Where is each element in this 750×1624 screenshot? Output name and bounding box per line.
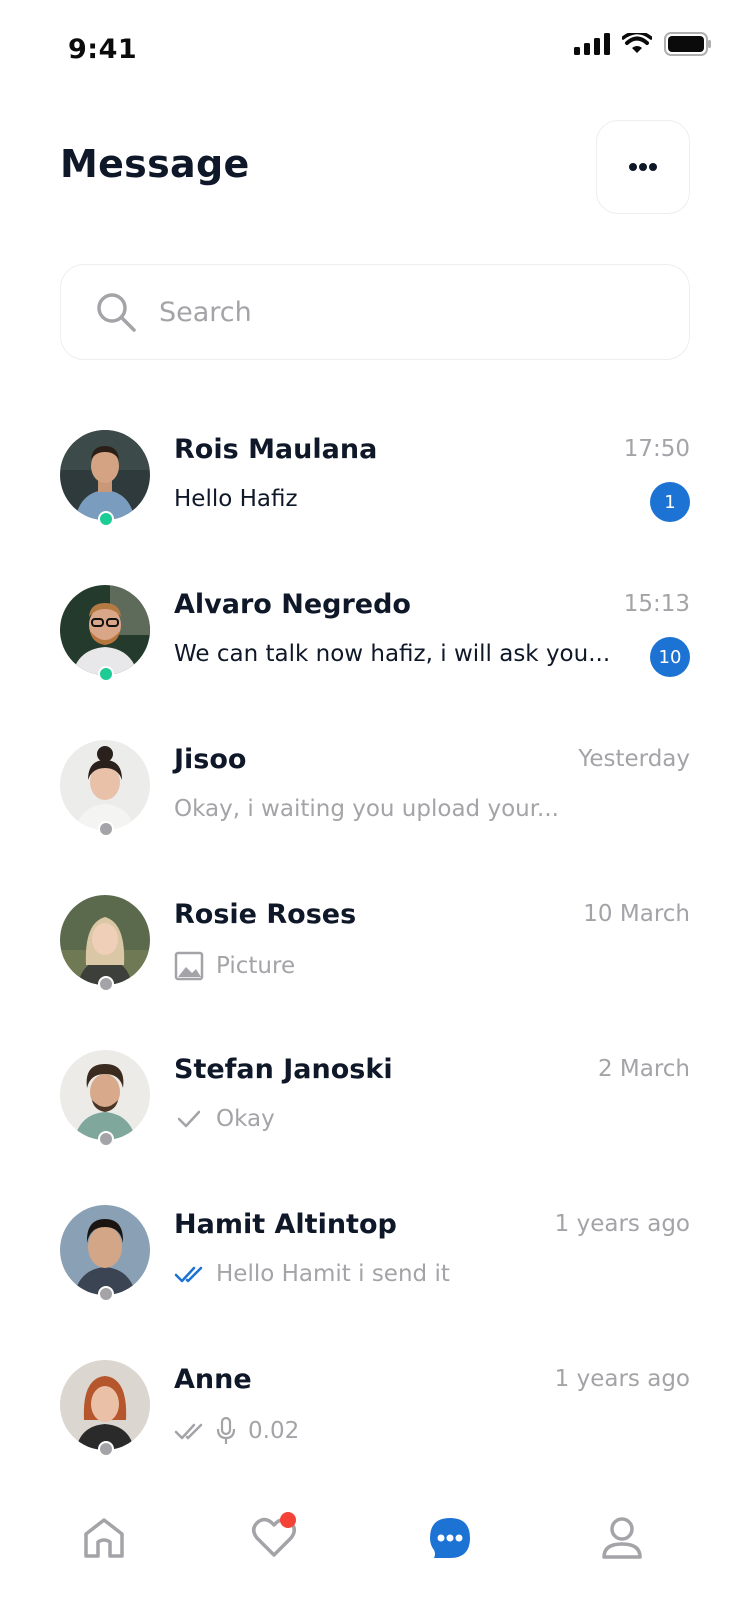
chat-name: Alvaro Negredo bbox=[174, 589, 411, 620]
avatar-photo bbox=[60, 740, 150, 830]
unread-count-badge: 1 bbox=[650, 482, 690, 522]
header: Message bbox=[60, 120, 690, 214]
chat-name: Stefan Janoski bbox=[174, 1054, 393, 1085]
page-title: Message bbox=[60, 142, 250, 186]
chat-preview-text: 0.02 bbox=[248, 1418, 300, 1444]
more-options-button[interactable] bbox=[596, 120, 690, 214]
chat-preview-text: We can talk now hafiz, i will ask you... bbox=[174, 641, 611, 667]
status-bar: 9:41 bbox=[0, 0, 750, 100]
avatar-photo bbox=[60, 895, 150, 985]
chat-item[interactable]: Stefan Janoski 2 March Okay bbox=[60, 1050, 690, 1150]
online-status-dot bbox=[98, 666, 114, 682]
tab-bar bbox=[0, 1490, 750, 1610]
avatar-photo bbox=[60, 430, 150, 520]
avatar-photo bbox=[60, 1205, 150, 1295]
offline-status-dot bbox=[98, 821, 114, 837]
avatar-photo bbox=[60, 1360, 150, 1450]
chat-time: 10 March bbox=[583, 901, 690, 927]
chat-time: Yesterday bbox=[578, 746, 690, 772]
avatar bbox=[60, 1050, 150, 1147]
chat-name: Jisoo bbox=[174, 744, 247, 775]
chat-preview: We can talk now hafiz, i will ask you... bbox=[174, 641, 610, 667]
chat-time: 2 March bbox=[597, 1056, 690, 1082]
chat-bubble-icon bbox=[430, 1518, 470, 1558]
chat-item[interactable]: Anne 1 years ago 0.02 bbox=[60, 1360, 690, 1460]
chat-name: Anne bbox=[174, 1364, 252, 1395]
home-icon bbox=[84, 1518, 124, 1558]
chat-name: Rosie Roses bbox=[174, 899, 357, 930]
avatar-photo bbox=[60, 1050, 150, 1140]
online-status-dot bbox=[98, 511, 114, 527]
chat-preview: Okay, i waiting you upload your... bbox=[174, 796, 559, 822]
avatar bbox=[60, 1360, 150, 1457]
chat-preview: Hello Hafiz bbox=[174, 486, 298, 512]
chat-preview-text: Okay, i waiting you upload your... bbox=[174, 796, 559, 822]
chat-preview: Picture bbox=[174, 951, 295, 981]
status-time: 9:41 bbox=[68, 34, 138, 65]
offline-status-dot bbox=[98, 1441, 114, 1457]
chat-name: Rois Maulana bbox=[174, 434, 378, 465]
cellular-signal-icon bbox=[574, 33, 610, 55]
chat-preview: Okay bbox=[174, 1106, 275, 1132]
chat-time: 17:50 bbox=[623, 436, 690, 462]
user-icon bbox=[602, 1517, 642, 1559]
search-box[interactable] bbox=[60, 264, 690, 360]
chat-item[interactable]: Hamit Altintop 1 years ago Hello Hamit i… bbox=[60, 1205, 690, 1305]
chat-item[interactable]: Rois Maulana 17:50 Hello Hafiz 1 bbox=[60, 430, 690, 530]
chat-item[interactable]: Alvaro Negredo 15:13 We can talk now haf… bbox=[60, 585, 690, 685]
double-check-icon bbox=[174, 1419, 204, 1443]
avatar bbox=[60, 585, 150, 682]
chat-time: 1 years ago bbox=[554, 1366, 690, 1392]
double-check-read-icon bbox=[174, 1262, 204, 1286]
chat-preview: 0.02 bbox=[174, 1416, 299, 1446]
offline-status-dot bbox=[98, 1131, 114, 1147]
chat-item[interactable]: Rosie Roses 10 March Picture bbox=[60, 895, 690, 995]
chat-preview-text: Okay bbox=[216, 1106, 275, 1132]
avatar bbox=[60, 895, 150, 992]
profile-tab[interactable] bbox=[592, 1508, 652, 1568]
notification-dot bbox=[280, 1512, 296, 1528]
battery-icon bbox=[664, 32, 711, 56]
avatar bbox=[60, 740, 150, 837]
microphone-icon bbox=[216, 1416, 236, 1446]
chat-preview-text: Hello Hafiz bbox=[174, 486, 298, 512]
favorites-tab[interactable] bbox=[244, 1508, 304, 1568]
avatar bbox=[60, 1205, 150, 1302]
chat-preview-text: Picture bbox=[216, 953, 296, 979]
search-icon bbox=[97, 293, 136, 332]
offline-status-dot bbox=[98, 976, 114, 992]
avatar-photo bbox=[60, 585, 150, 675]
home-tab[interactable] bbox=[74, 1508, 134, 1568]
offline-status-dot bbox=[98, 1286, 114, 1302]
wifi-icon bbox=[622, 33, 652, 53]
chat-name: Hamit Altintop bbox=[174, 1209, 397, 1240]
chat-preview: Hello Hamit i send it bbox=[174, 1261, 450, 1287]
more-horizontal-icon bbox=[629, 163, 657, 171]
single-check-icon bbox=[174, 1107, 204, 1131]
chat-time: 1 years ago bbox=[554, 1211, 690, 1237]
unread-count-badge: 10 bbox=[650, 637, 690, 677]
picture-icon bbox=[174, 951, 204, 981]
chat-time: 15:13 bbox=[623, 591, 690, 617]
messages-tab[interactable] bbox=[420, 1508, 480, 1568]
chat-item[interactable]: Jisoo Yesterday Okay, i waiting you uplo… bbox=[60, 740, 690, 840]
chat-preview-text: Hello Hamit i send it bbox=[216, 1261, 450, 1287]
search-input[interactable] bbox=[159, 296, 639, 328]
status-icons bbox=[574, 32, 712, 56]
avatar bbox=[60, 430, 150, 527]
